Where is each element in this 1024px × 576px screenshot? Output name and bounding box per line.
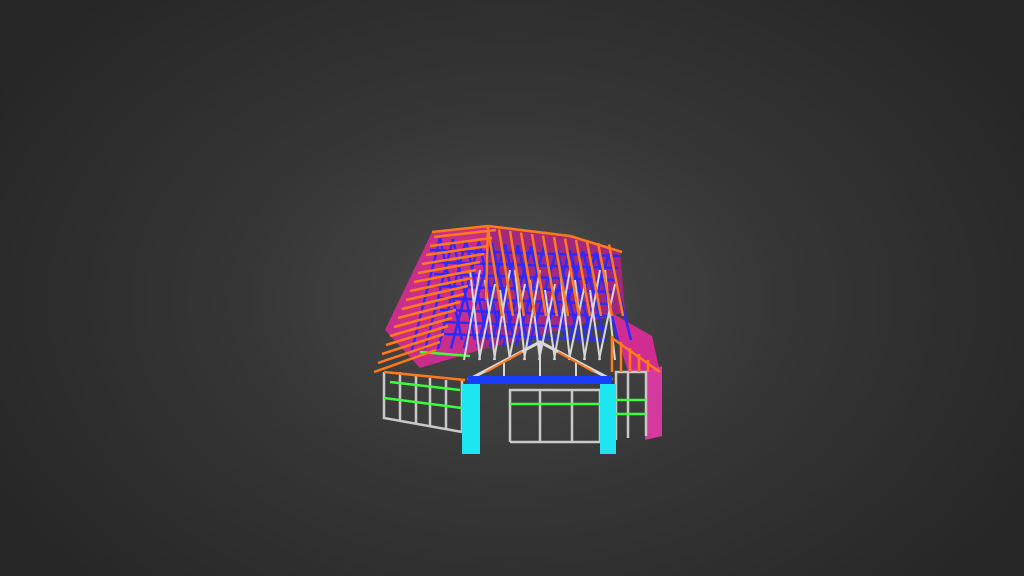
fascia bbox=[383, 370, 466, 382]
garage-lintel-beam bbox=[468, 376, 612, 384]
3d-viewer-viewport[interactable] bbox=[0, 0, 1024, 576]
house-frame-model[interactable] bbox=[0, 0, 1024, 576]
roof-plane-right-wall bbox=[645, 366, 662, 440]
garage-opening-frame bbox=[508, 388, 602, 442]
right-wall-outline bbox=[614, 370, 648, 440]
garage-gable-truss bbox=[467, 340, 613, 382]
garage-post-left bbox=[462, 384, 480, 454]
garage-post-right bbox=[600, 384, 616, 454]
